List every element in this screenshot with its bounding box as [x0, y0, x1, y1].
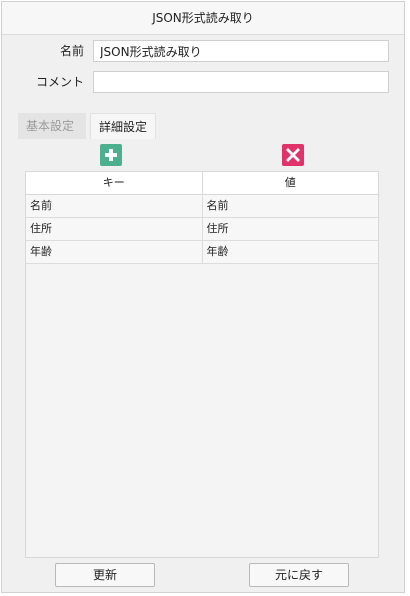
close-icon — [286, 148, 300, 162]
tab-detail-settings[interactable]: 詳細設定 — [90, 113, 156, 139]
comment-label: コメント — [35, 75, 84, 89]
key-cell[interactable]: 住所 — [26, 218, 203, 240]
table-header: キー 値 — [26, 172, 378, 195]
value-cell[interactable]: 年齢 — [203, 241, 379, 263]
table-row[interactable]: 年齢 年齢 — [26, 241, 378, 264]
column-header-value[interactable]: 値 — [203, 172, 379, 194]
revert-button[interactable]: 元に戻す — [249, 563, 349, 587]
update-button[interactable]: 更新 — [55, 563, 155, 587]
window-title: JSON形式読み取り — [2, 2, 404, 35]
key-value-table: キー 値 名前 名前 住所 住所 年齢 年齢 — [25, 171, 379, 558]
table-row[interactable]: 住所 住所 — [26, 218, 378, 241]
key-cell[interactable]: 名前 — [26, 195, 203, 217]
value-cell[interactable]: 名前 — [203, 195, 379, 217]
table-row[interactable]: 名前 名前 — [26, 195, 378, 218]
add-row-button[interactable] — [100, 144, 122, 166]
name-label: 名前 — [59, 44, 84, 58]
value-cell[interactable]: 住所 — [203, 218, 379, 240]
column-header-key[interactable]: キー — [26, 172, 203, 194]
delete-row-button[interactable] — [282, 144, 304, 166]
key-cell[interactable]: 年齢 — [26, 241, 203, 263]
comment-field[interactable] — [93, 71, 389, 93]
plus-icon — [105, 149, 117, 161]
name-field[interactable] — [93, 40, 389, 62]
tab-basic-settings[interactable]: 基本設定 — [18, 113, 86, 139]
